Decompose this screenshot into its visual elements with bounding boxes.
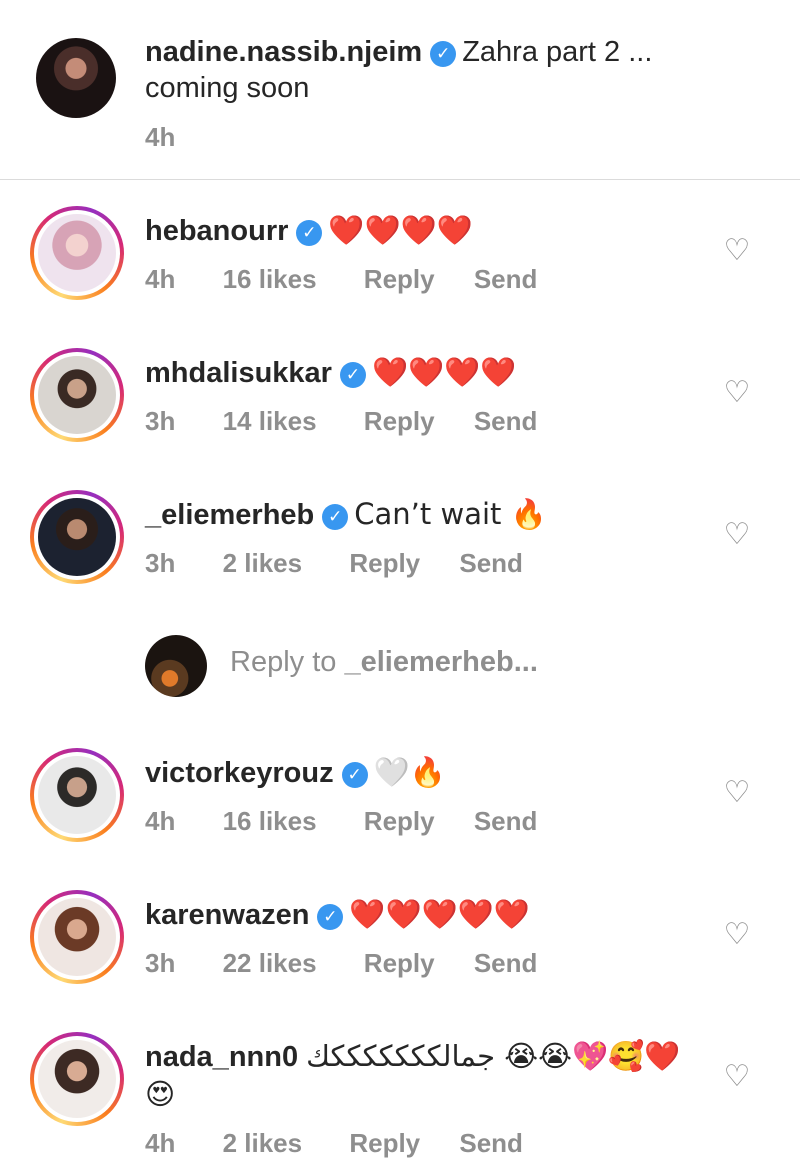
comment-text: Can’t wait 🔥 (354, 497, 547, 531)
send-button[interactable]: Send (459, 548, 523, 579)
send-button[interactable]: Send (474, 264, 538, 295)
verified-badge-icon: ✓ (296, 220, 323, 246)
caption-text-continued: coming soon (145, 72, 310, 104)
avatar[interactable] (30, 890, 124, 984)
comment-username[interactable]: karenwazen (145, 899, 309, 931)
send-button[interactable]: Send (474, 406, 538, 437)
verified-badge-icon: ✓ (317, 904, 344, 930)
reply-button[interactable]: Reply (349, 1128, 420, 1159)
comment-time: 3h (145, 548, 176, 578)
comment-time: 4h (145, 806, 176, 836)
post-caption: nadine.nassib.njeim ✓ Zahra part 2 ... com… (0, 0, 800, 180)
heart-outline-icon[interactable]: ♡ (722, 920, 752, 950)
send-button[interactable]: Send (474, 948, 538, 979)
comment-username[interactable]: nada_nnn0 (145, 1041, 298, 1073)
comment-time: 3h (145, 406, 176, 436)
comment-likes[interactable]: 22 likes (223, 948, 317, 979)
comment-time: 4h (145, 1128, 176, 1158)
reply-button[interactable]: Reply (349, 548, 420, 579)
reply-button[interactable]: Reply (364, 264, 435, 295)
heart-outline-icon[interactable]: ♡ (722, 778, 752, 808)
comment-text: ❤️❤️❤️❤️ (371, 355, 517, 389)
comment-text: 🤍🔥 (373, 755, 446, 789)
send-button[interactable]: Send (474, 806, 538, 837)
comment-username[interactable]: hebanourr (145, 215, 288, 247)
verified-badge-icon: ✓ (341, 762, 368, 788)
reply-button[interactable]: Reply (364, 806, 435, 837)
comment-time: 3h (145, 948, 176, 978)
avatar[interactable] (30, 1032, 124, 1126)
reply-target: _eliemerheb... (344, 646, 538, 678)
avatar[interactable] (30, 748, 124, 842)
reply-prefix: Reply to (230, 646, 345, 678)
comment-likes[interactable]: 2 likes (223, 1128, 303, 1159)
comment-likes[interactable]: 16 likes (223, 806, 317, 837)
reply-button[interactable]: Reply (364, 406, 435, 437)
comment-text-continued: 😍 (145, 1077, 176, 1111)
comment-text: ❤️❤️❤️❤️ (328, 213, 473, 247)
avatar[interactable] (30, 490, 124, 584)
avatar (145, 635, 207, 697)
comment-likes[interactable]: 2 likes (223, 548, 303, 579)
avatar[interactable] (36, 38, 116, 118)
comment-text: جمالكككككككك 😭😭💖🥰❤️ (306, 1039, 681, 1073)
heart-outline-icon[interactable]: ♡ (722, 1062, 752, 1092)
comment-time: 4h (145, 264, 176, 294)
verified-badge-icon: ✓ (322, 504, 349, 530)
send-button[interactable]: Send (459, 1128, 523, 1159)
comment-username[interactable]: _eliemerheb (145, 499, 314, 531)
heart-outline-icon[interactable]: ♡ (722, 378, 752, 408)
comment-likes[interactable]: 14 likes (223, 406, 317, 437)
caption-text: Zahra part 2 ... (462, 36, 653, 68)
caption-time: 4h (145, 122, 176, 152)
comment-username[interactable]: mhdalisukkar (145, 357, 332, 389)
verified-badge-icon: ✓ (339, 362, 366, 388)
verified-badge-icon: ✓ (430, 41, 457, 67)
divider (0, 179, 800, 180)
avatar[interactable] (30, 206, 124, 300)
caption-username[interactable]: nadine.nassib.njeim (145, 36, 422, 68)
comment-likes[interactable]: 16 likes (223, 264, 317, 295)
avatar[interactable] (30, 348, 124, 442)
reply-composer[interactable]: Reply to _eliemerheb... (145, 630, 745, 700)
heart-outline-icon[interactable]: ♡ (722, 520, 752, 550)
comment-text: ❤️❤️❤️❤️❤️ (349, 897, 530, 931)
reply-input[interactable]: Reply to _eliemerheb... (230, 646, 538, 679)
heart-outline-icon[interactable]: ♡ (722, 236, 752, 266)
comment-username[interactable]: victorkeyrouz (145, 757, 334, 789)
reply-button[interactable]: Reply (364, 948, 435, 979)
